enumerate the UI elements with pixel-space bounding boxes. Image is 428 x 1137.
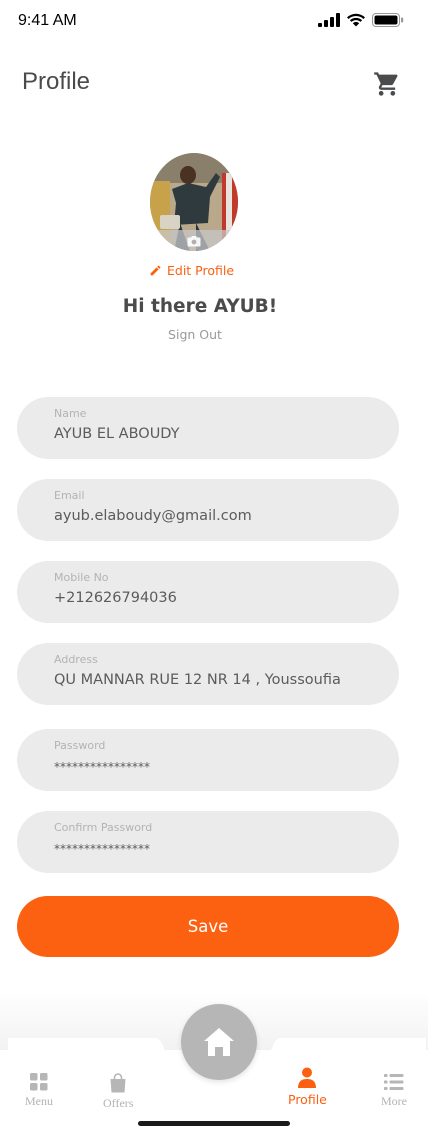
wifi-icon bbox=[347, 13, 365, 27]
nav-label: Profile bbox=[288, 1092, 327, 1107]
field-value[interactable]: ayub.elaboudy@gmail.com bbox=[54, 508, 252, 524]
field-value[interactable]: +212626794036 bbox=[54, 590, 177, 606]
name-field[interactable]: Name AYUB EL ABOUDY bbox=[17, 397, 399, 459]
mobile-field[interactable]: Mobile No +212626794036 bbox=[17, 561, 399, 623]
address-field[interactable]: Address QU MANNAR RUE 12 NR 14 , Youssou… bbox=[17, 643, 399, 705]
field-value[interactable]: QU MANNAR RUE 12 NR 14 , Youssoufia bbox=[54, 672, 341, 688]
person-icon bbox=[298, 1067, 317, 1088]
edit-profile-link[interactable]: Edit Profile bbox=[149, 263, 234, 278]
field-label: Password bbox=[54, 739, 106, 752]
nav-item-menu[interactable]: Menu bbox=[25, 1073, 53, 1109]
home-button[interactable] bbox=[181, 1004, 257, 1080]
avatar[interactable] bbox=[150, 153, 238, 251]
email-field[interactable]: Email ayub.elaboudy@gmail.com bbox=[17, 479, 399, 541]
field-label: Email bbox=[54, 489, 85, 502]
edit-profile-label: Edit Profile bbox=[167, 263, 235, 278]
home-icon bbox=[204, 1028, 234, 1056]
confirm-password-field[interactable]: Confirm Password **************** bbox=[17, 811, 399, 873]
cart-icon[interactable] bbox=[373, 70, 401, 98]
nav-item-more[interactable]: More bbox=[381, 1073, 407, 1109]
camera-overlay[interactable] bbox=[150, 230, 238, 251]
nav-label: Offers bbox=[103, 1096, 134, 1110]
field-label: Mobile No bbox=[54, 571, 109, 584]
sign-out-link[interactable]: Sign Out bbox=[0, 327, 390, 342]
greeting: Hi there AYUB! bbox=[122, 296, 278, 317]
field-label: Address bbox=[54, 653, 98, 666]
camera-icon bbox=[187, 235, 201, 246]
field-label: Confirm Password bbox=[54, 821, 153, 834]
field-label: Name bbox=[54, 407, 87, 420]
nav-item-offers[interactable]: Offers bbox=[103, 1073, 133, 1111]
grid-icon bbox=[30, 1073, 48, 1091]
field-value[interactable]: **************** bbox=[54, 842, 150, 856]
home-indicator[interactable] bbox=[138, 1121, 290, 1126]
status-time: 9:41 AM bbox=[18, 12, 77, 29]
list-icon bbox=[384, 1074, 404, 1090]
password-field[interactable]: Password **************** bbox=[17, 729, 399, 791]
field-value[interactable]: **************** bbox=[54, 760, 150, 774]
save-button[interactable]: Save bbox=[17, 896, 399, 957]
status-icons bbox=[318, 13, 404, 27]
nav-label: Menu bbox=[25, 1094, 53, 1108]
nav-label: More bbox=[381, 1094, 407, 1108]
field-value[interactable]: AYUB EL ABOUDY bbox=[54, 426, 180, 442]
pencil-icon bbox=[150, 265, 161, 276]
status-bar: 9:41 AM bbox=[0, 0, 428, 44]
bag-icon bbox=[110, 1073, 126, 1093]
page-title: Profile bbox=[22, 68, 91, 95]
signal-icon bbox=[318, 13, 340, 27]
battery-icon bbox=[372, 13, 404, 27]
nav-item-profile[interactable]: Profile bbox=[288, 1067, 327, 1107]
